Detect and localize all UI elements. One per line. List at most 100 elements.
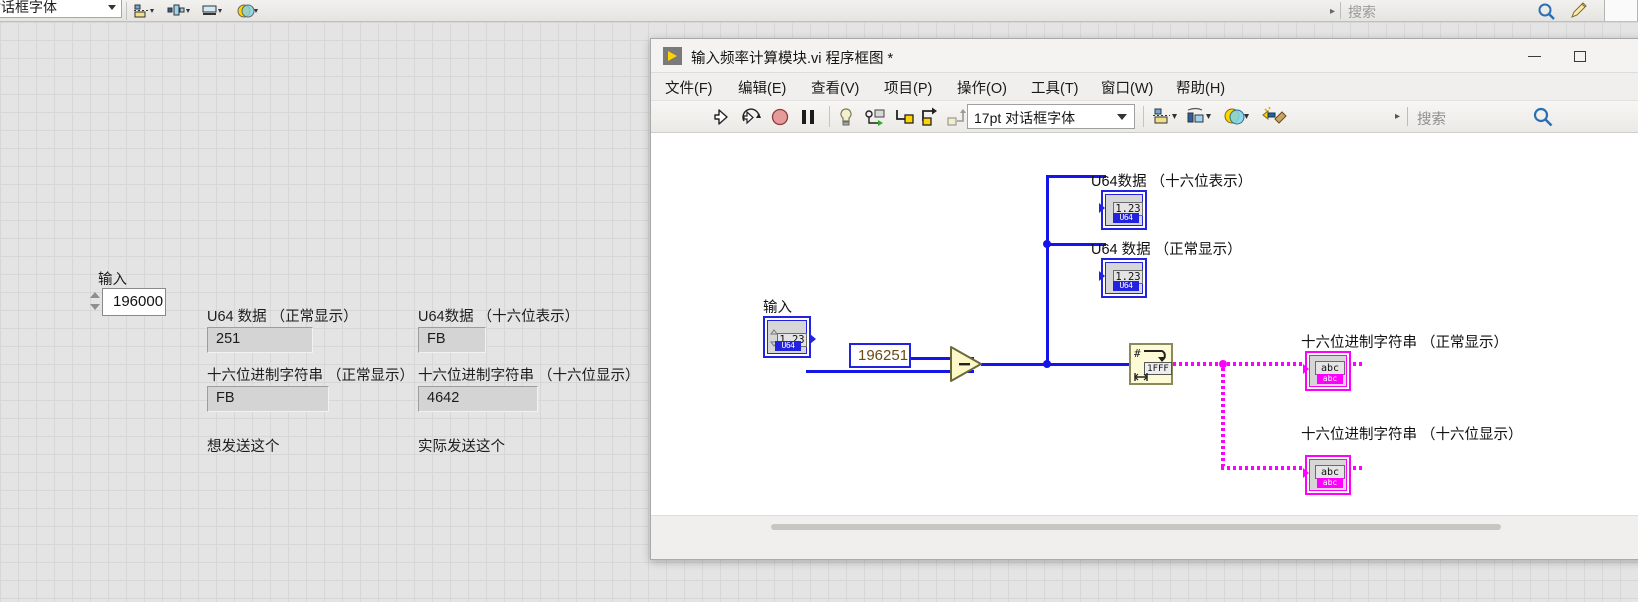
highlight-execution-icon[interactable]: [835, 105, 857, 129]
horizontal-scrollbar[interactable]: [651, 515, 1638, 537]
chevron-right-icon: ▸: [1330, 6, 1336, 17]
menu-bar: 文件(F) 编辑(E) 查看(V) 项目(P) 操作(O) 工具(T) 窗口(W…: [651, 73, 1638, 101]
wire-subtract-out[interactable]: [981, 363, 1151, 366]
spinner-up-icon[interactable]: [90, 292, 100, 298]
align-objects-icon[interactable]: [1151, 105, 1179, 129]
distribute-objects-icon[interactable]: [1185, 105, 1213, 129]
diagram-indicator-label-0: U64数据 （十六位表示）: [1091, 174, 1253, 190]
diagram-string-label-0: 十六位进制字符串 （正常显示）: [1301, 335, 1509, 351]
distribute-objects-icon[interactable]: [166, 1, 192, 21]
chevron-right-icon[interactable]: ▸: [1395, 111, 1400, 122]
string-type-tag: abc: [1317, 374, 1343, 384]
resize-objects-icon[interactable]: [1223, 105, 1251, 129]
menu-window[interactable]: 窗口(W): [1101, 77, 1153, 98]
diagram-string-indicator-0[interactable]: abc abc: [1303, 351, 1351, 391]
string-glyph: abc: [1315, 465, 1345, 479]
front-panel-font-selector[interactable]: 对话框字体: [0, 0, 122, 18]
front-panel-toolbar: 对话框字体: [0, 0, 1638, 22]
search-divider: [1407, 107, 1408, 126]
diagram-string-indicator-1[interactable]: abc abc: [1303, 455, 1351, 495]
toolbar-divider: [1143, 106, 1144, 127]
diagram-numeric-constant[interactable]: 196251: [849, 343, 911, 368]
spinner-down-icon[interactable]: [90, 304, 100, 310]
edit-pencil-icon[interactable]: [1568, 1, 1590, 21]
window-title: 输入频率计算模块.vi 程序框图 *: [691, 51, 894, 67]
u64-type-tag: U64: [775, 341, 801, 351]
run-continuously-icon[interactable]: [741, 105, 763, 129]
diagram-input-label: 输入: [763, 300, 792, 316]
hash-icon: #: [1134, 347, 1141, 360]
terminal-input-arrow-icon: [1303, 468, 1309, 478]
font-selector[interactable]: 17pt 对话框字体: [967, 104, 1135, 129]
maximize-button[interactable]: [1557, 39, 1603, 73]
subtract-function-node[interactable]: [949, 345, 985, 388]
fp-field-label-1: U64数据 （十六位表示）: [418, 309, 580, 325]
toolbar-divider: [829, 106, 830, 127]
step-out-icon[interactable]: [945, 105, 969, 129]
menu-help[interactable]: 帮助(H): [1176, 77, 1225, 98]
fp-field-label-2: 十六位进制字符串 （正常显示）: [207, 368, 415, 384]
wire-junction-mid: [1043, 240, 1051, 248]
font-selector-value: 17pt 对话框字体: [974, 110, 1076, 126]
chevron-down-icon: [108, 5, 116, 10]
terminal-input-arrow-icon: [1303, 364, 1309, 374]
abort-execution-icon[interactable]: [769, 105, 791, 129]
block-diagram-toolbar: 17pt 对话框字体 ▸ 搜索: [651, 101, 1638, 133]
search-divider: [1340, 2, 1341, 19]
close-button[interactable]: [1603, 39, 1638, 73]
step-over-icon[interactable]: [919, 105, 943, 129]
diagram-string-label-1: 十六位进制字符串 （十六位显示）: [1301, 427, 1523, 443]
run-icon[interactable]: [713, 105, 735, 129]
string-glyph: abc: [1315, 361, 1345, 375]
scrollbar-thumb[interactable]: [771, 524, 1501, 530]
u64-type-tag: U64: [1113, 281, 1139, 291]
menu-view[interactable]: 查看(V): [811, 77, 859, 98]
block-diagram-window: 输入频率计算模块.vi 程序框图 * 文件(F) 编辑(E) 查看(V) 项目(…: [650, 38, 1638, 560]
input-spinner[interactable]: [88, 288, 103, 316]
fp-field-value-3: 4642: [418, 386, 538, 412]
diagram-indicator-label-1: U64 数据 （正常显示）: [1091, 242, 1242, 258]
number-to-hexadecimal-string-node[interactable]: # 1FFF: [1129, 343, 1173, 385]
diagram-indicator-0[interactable]: 1.23 U64: [1099, 190, 1147, 230]
fp-input-value[interactable]: 196000: [102, 288, 166, 316]
search-icon[interactable]: [1531, 105, 1555, 129]
retain-wire-values-icon[interactable]: [863, 105, 889, 129]
reorder-icon[interactable]: [236, 1, 262, 21]
terminal-output-arrow-icon: [810, 334, 816, 344]
front-panel-search-placeholder: 搜索: [1348, 4, 1376, 20]
clean-up-diagram-icon[interactable]: [1261, 105, 1289, 129]
minimize-button[interactable]: [1511, 39, 1557, 73]
terminal-input-arrow-icon: [1099, 203, 1105, 213]
toolbar-divider: [126, 2, 127, 20]
terminal-input-arrow-icon: [1099, 271, 1105, 281]
wire-branch-vertical[interactable]: [1046, 175, 1049, 365]
resize-objects-icon[interactable]: [200, 1, 226, 21]
fp-field-label-0: U64 数据 （正常显示）: [207, 309, 358, 325]
menu-project[interactable]: 项目(P): [884, 77, 932, 98]
block-diagram-title-bar: 输入频率计算模块.vi 程序框图 *: [651, 39, 1638, 73]
block-diagram-canvas[interactable]: 输入 1.23 U64 196251 U64数据 （十六位表示） 1.23 U6…: [651, 133, 1638, 537]
search-input[interactable]: 搜索: [1417, 108, 1446, 129]
search-icon[interactable]: [1536, 1, 1558, 21]
fp-note-left: 想发送这个: [207, 439, 280, 455]
fp-note-right: 实际发送这个: [418, 439, 505, 455]
toolbar-extra-button-1[interactable]: [1604, 0, 1638, 21]
fp-field-value-1: FB: [418, 327, 486, 353]
menu-tools[interactable]: 工具(T): [1031, 77, 1079, 98]
diagram-indicator-1[interactable]: 1.23 U64: [1099, 258, 1147, 298]
chevron-down-icon[interactable]: [1117, 114, 1127, 120]
labview-vi-icon: [663, 47, 682, 65]
wire-string-branch-vertical[interactable]: [1221, 362, 1225, 470]
diagram-input-terminal[interactable]: 1.23 U64: [763, 316, 816, 358]
menu-file[interactable]: 文件(F): [665, 77, 713, 98]
align-objects-icon[interactable]: [132, 1, 158, 21]
fp-field-value-0: 251: [207, 327, 313, 353]
u64-type-tag: U64: [1113, 213, 1139, 223]
front-panel-search[interactable]: ▸ 搜索: [1330, 0, 1530, 21]
string-type-tag: abc: [1317, 478, 1343, 488]
menu-edit[interactable]: 编辑(E): [738, 77, 786, 98]
front-panel-font-label: 对话框字体: [0, 0, 57, 15]
menu-operate[interactable]: 操作(O): [957, 77, 1007, 98]
pause-icon[interactable]: [797, 105, 819, 129]
step-into-icon[interactable]: [893, 105, 917, 129]
